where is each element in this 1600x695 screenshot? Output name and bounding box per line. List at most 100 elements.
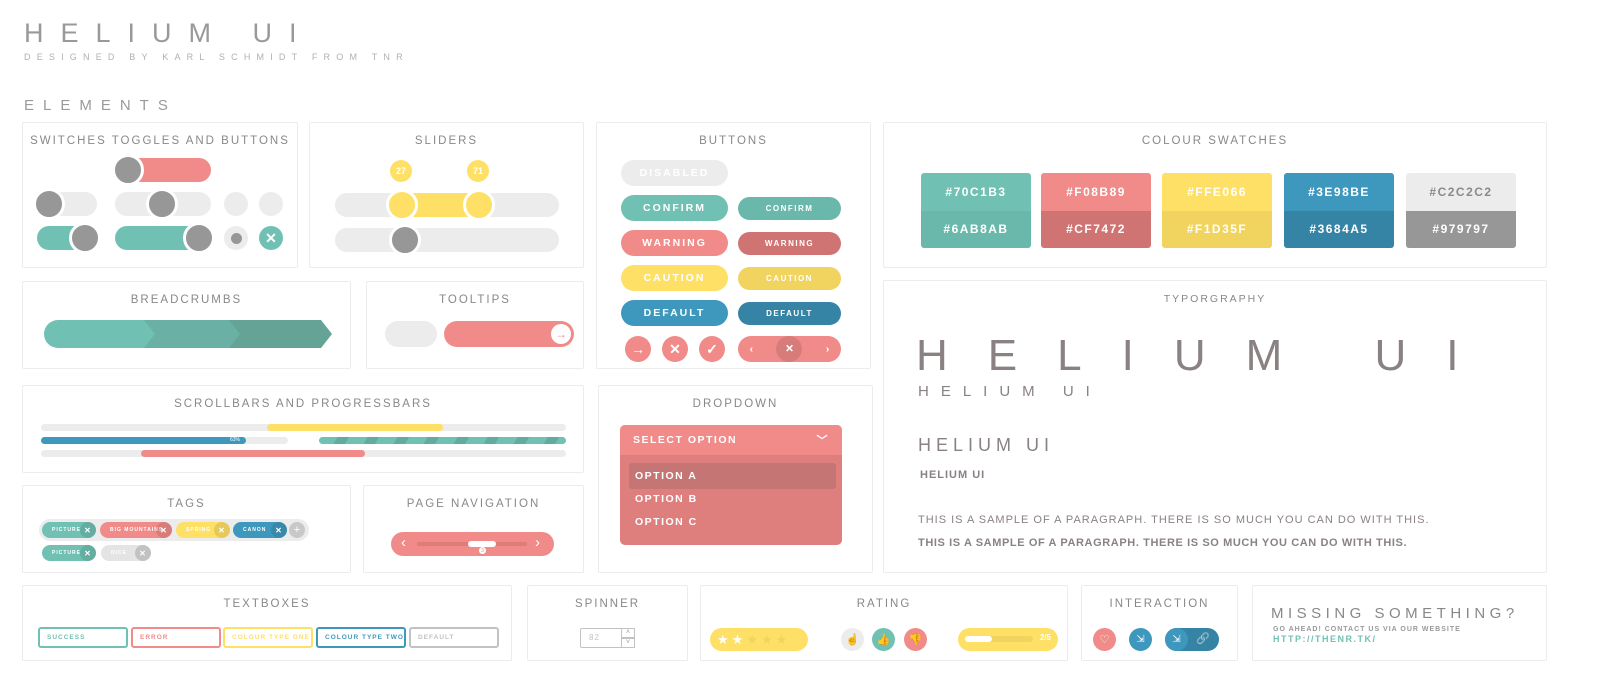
neutral-button[interactable]: ☝ [841,628,864,651]
confirm-button-small[interactable]: CONFIRM [738,197,841,220]
colour-one-textbox[interactable]: COLOUR TYPE ONE [223,627,313,648]
warning-button[interactable]: WARNING [621,230,728,256]
website-link[interactable]: HTTP://THENR.TK/ [1273,634,1377,644]
confirm-button[interactable]: CONFIRM [621,195,728,221]
tags-card: TAGS PICTURE ✕ BIG MOUNTAINS ✕ SPRING ✕ CAN… [22,485,351,573]
arrow-right-icon: → [631,341,645,357]
toggle-knob[interactable] [183,222,215,254]
card-title: BUTTONS [699,135,768,147]
close-icon[interactable]: ✕ [80,522,96,538]
heading-1: HELIUM UI [916,331,1499,380]
chevron-right-icon[interactable]: › [535,534,540,551]
swatch-light: #3E98BE [1284,173,1394,211]
heart-icon: ♡ [1099,634,1110,646]
radio-button[interactable] [224,192,248,216]
add-tag-button[interactable]: + [289,522,305,538]
spinner-down[interactable]: ˅ [621,638,635,648]
star-empty-icon[interactable]: ★ [761,632,773,648]
chevron-left-icon[interactable]: ‹ [750,343,754,355]
dropdown-option[interactable]: OPTION C [629,509,836,535]
breadcrumb [44,320,332,348]
tag: BIG MOUNTAINS ✕ [100,522,172,538]
colour-two-textbox[interactable]: COLOUR TYPE TWO [316,627,406,648]
star-rating[interactable]: ★ ★ ★ ★ ★ [710,628,808,651]
close-icon[interactable]: ✕ [271,522,287,538]
close-icon[interactable]: ✕ [776,336,803,362]
card-title: RATING [856,598,912,610]
arrow-right-icon[interactable]: → [551,324,571,344]
hand-pointer-icon: ☝ [845,634,860,646]
swatch-dark: #6AB8AB [921,210,1031,248]
share-button[interactable]: ⇲ [1165,628,1188,651]
star-filled-icon[interactable]: ★ [732,632,744,648]
breadcrumb-step-1[interactable] [44,320,155,348]
default-button-small[interactable]: DEFAULT [738,302,841,325]
card-title: SWITCHES TOGGLES AND BUTTONS [30,135,290,147]
share-button[interactable]: ⇲ [1129,628,1152,651]
favorite-button[interactable]: ♡ [1093,628,1116,651]
star-empty-icon[interactable]: ★ [776,632,788,648]
caution-button-small[interactable]: CAUTION [738,267,841,290]
star-filled-icon[interactable]: ★ [717,632,729,648]
success-textbox[interactable]: SUCCESS [38,627,128,648]
dropdown[interactable]: SELECT OPTION ﹀ OPTION A OPTION B OPTION… [620,425,842,545]
star-empty-icon[interactable]: ★ [746,632,758,648]
default-button[interactable]: DEFAULT [621,300,728,326]
swatch-dark: #979797 [1406,210,1516,248]
heading-3: HELIUM UI [918,435,1055,455]
caution-button[interactable]: CAUTION [621,265,728,291]
slider-handle[interactable] [389,224,421,256]
chevron-down-icon: ﹀ [816,435,829,447]
checkbox-checked[interactable]: ✕ [259,226,283,250]
breadcrumbs-card: BREADCRUMBS [22,281,351,369]
link-icon[interactable]: 🔗 [1196,632,1210,645]
close-icon[interactable]: ✕ [156,522,172,538]
page-number: 3 [479,547,486,554]
chevron-left-icon[interactable]: ‹ [401,534,406,551]
progress-label: 63% [229,437,240,443]
dropdown-toggle[interactable]: SELECT OPTION ﹀ [620,425,842,455]
scrollbar-thumb[interactable] [267,424,443,431]
swatch-light: #F08B89 [1041,173,1151,211]
scrollbars-card: SCROLLBARS AND PROGRESSBARS 63% [22,385,584,473]
toggle-knob[interactable] [112,154,144,186]
like-button[interactable]: 👍 [872,628,895,651]
card-title: TEXTBOXES [223,598,311,610]
spinner-up[interactable]: ˄ [621,628,635,638]
sliders-card: SLIDERS 27 71 [309,122,584,268]
tag: NICE ✕ [101,545,151,561]
tag: PICTURE ✕ [42,522,96,538]
breadcrumb-step-3[interactable] [224,320,332,348]
scrollbar-thumb[interactable] [141,450,365,457]
close-icon[interactable]: ✕ [80,545,96,561]
radio-dot [230,232,242,244]
spinner-input[interactable]: 82 [580,628,622,648]
share-group: ⇲ 🔗 [1165,628,1219,651]
tooltips-card: TOOLTIPS → [366,281,584,369]
radio-button-selected[interactable] [224,226,248,250]
toggle-knob[interactable] [33,188,65,220]
error-textbox[interactable]: ERROR [131,627,221,648]
card-title: TOOLTIPS [439,294,511,306]
chevron-down-icon: ˅ [625,639,631,646]
slider-handle-low[interactable] [386,189,418,221]
slider-handle-high[interactable] [463,189,495,221]
swatch-light: #C2C2C2 [1406,173,1516,211]
chevron-right-icon[interactable]: › [826,343,830,355]
radio-button[interactable] [259,192,283,216]
toggle-knob[interactable] [69,222,101,254]
slider-track[interactable] [335,228,559,252]
dislike-button[interactable]: 👎 [904,628,927,651]
default-textbox[interactable]: DEFAULT [409,627,499,648]
warning-button-small[interactable]: WARNING [738,232,841,255]
contact-subtitle: GO AHEAD! CONTACT US VIA OUR WEBSITE [1273,626,1461,633]
check-button[interactable]: ✓ [699,336,725,362]
toggle-knob[interactable] [146,188,178,220]
heading-2: HELIUM UI [918,383,1102,400]
close-icon[interactable]: ✕ [135,545,151,561]
close-icon[interactable]: ✕ [214,522,230,538]
card-title: INTERACTION [1109,598,1210,610]
close-button[interactable]: ✕ [662,336,688,362]
tag: CANON ✕ [233,522,287,538]
next-button[interactable]: → [625,336,651,362]
